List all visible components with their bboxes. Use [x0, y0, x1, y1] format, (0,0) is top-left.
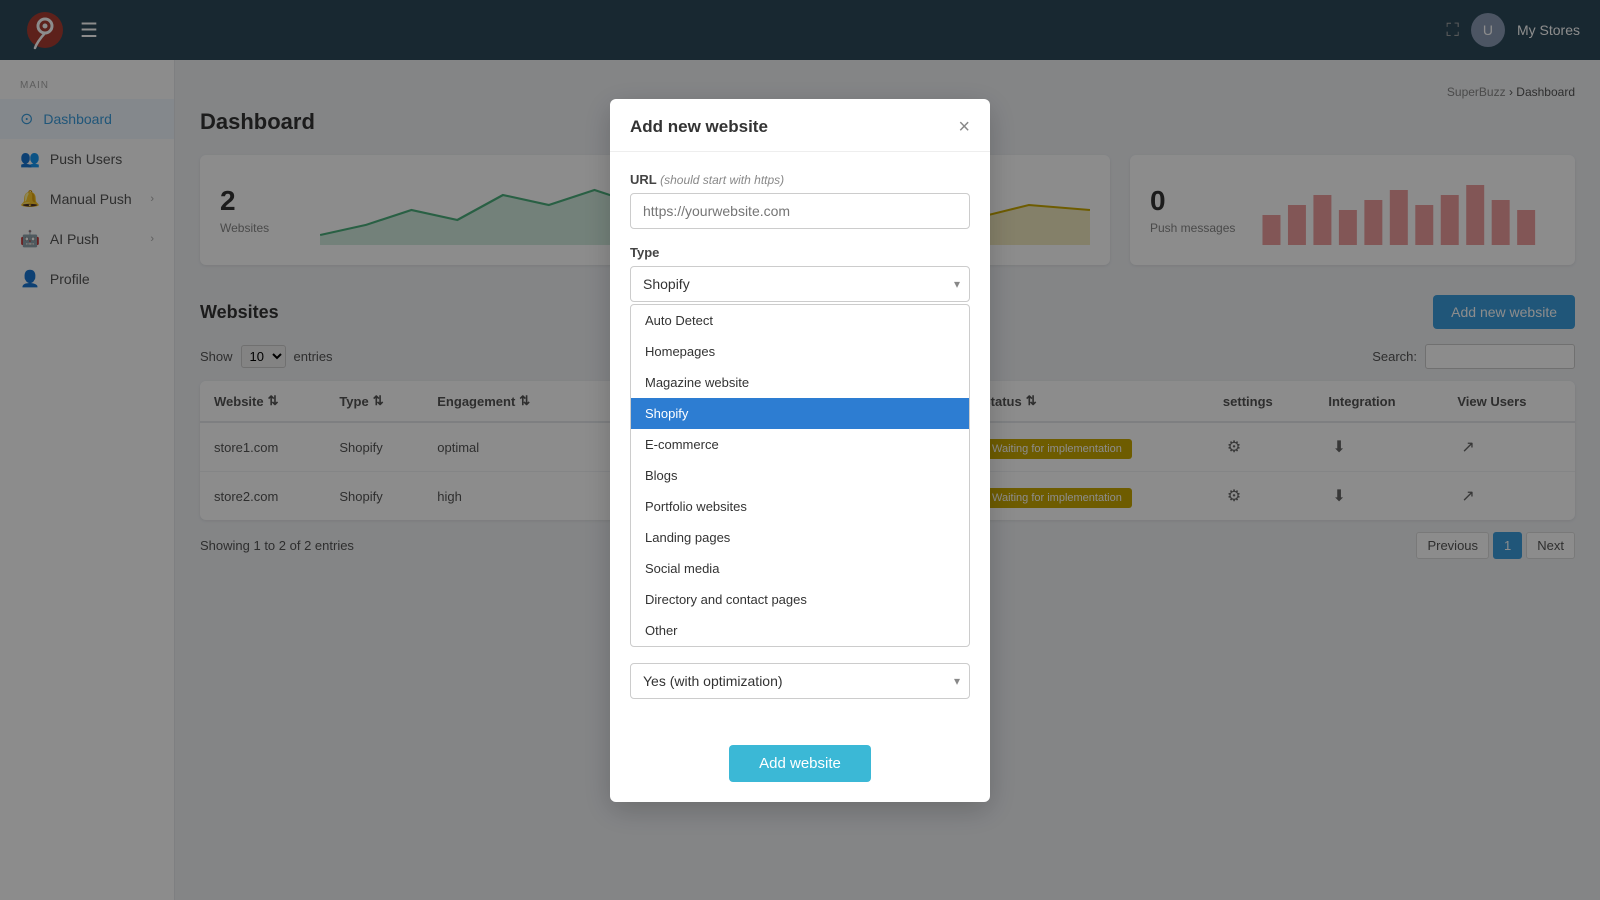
- url-form-group: URL (should start with https): [630, 172, 970, 229]
- dropdown-item-magazine[interactable]: Magazine website: [631, 367, 969, 398]
- dropdown-item-landing[interactable]: Landing pages: [631, 522, 969, 553]
- dropdown-item-social[interactable]: Social media: [631, 553, 969, 584]
- optimization-form-group: Yes (with optimization) No ▾: [630, 663, 970, 699]
- add-website-modal: Add new website × URL (should start with…: [610, 99, 990, 802]
- url-note: (should start with https): [660, 173, 784, 187]
- type-form-group: Type Auto Detect Homepages Magazine webs…: [630, 245, 970, 647]
- optimization-select-wrapper: Yes (with optimization) No ▾: [630, 663, 970, 699]
- modal-footer: Add website: [610, 735, 990, 802]
- type-select-wrapper: Auto Detect Homepages Magazine website S…: [630, 266, 970, 302]
- dropdown-item-homepages[interactable]: Homepages: [631, 336, 969, 367]
- dropdown-item-other[interactable]: Other: [631, 615, 969, 646]
- optimization-select[interactable]: Yes (with optimization) No: [630, 663, 970, 699]
- url-input[interactable]: [630, 193, 970, 229]
- modal-title: Add new website: [630, 117, 768, 137]
- modal-body: URL (should start with https) Type Auto …: [610, 152, 990, 735]
- modal-close-button[interactable]: ×: [958, 117, 970, 137]
- dropdown-item-blogs[interactable]: Blogs: [631, 460, 969, 491]
- dropdown-item-portfolio[interactable]: Portfolio websites: [631, 491, 969, 522]
- type-label: Type: [630, 245, 970, 260]
- type-dropdown-list: Auto Detect Homepages Magazine website S…: [630, 304, 970, 647]
- url-label: URL (should start with https): [630, 172, 970, 187]
- dropdown-item-shopify[interactable]: Shopify: [631, 398, 969, 429]
- dropdown-item-directory[interactable]: Directory and contact pages: [631, 584, 969, 615]
- type-select[interactable]: Auto Detect Homepages Magazine website S…: [630, 266, 970, 302]
- add-website-button[interactable]: Add website: [729, 745, 871, 782]
- dropdown-item-auto-detect[interactable]: Auto Detect: [631, 305, 969, 336]
- dropdown-item-ecommerce[interactable]: E-commerce: [631, 429, 969, 460]
- modal-overlay[interactable]: Add new website × URL (should start with…: [0, 0, 1600, 900]
- modal-header: Add new website ×: [610, 99, 990, 152]
